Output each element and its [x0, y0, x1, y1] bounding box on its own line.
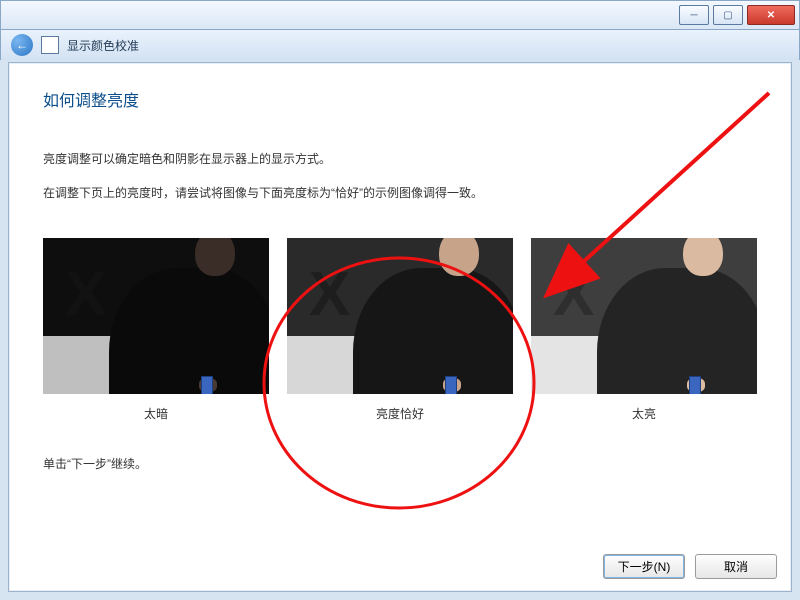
- cancel-button[interactable]: 取消: [695, 554, 777, 579]
- close-icon: ✕: [767, 10, 775, 21]
- example-too-dark-image: X: [43, 238, 269, 394]
- example-too-bright-image: X: [531, 238, 757, 394]
- back-button[interactable]: ←: [11, 34, 33, 56]
- next-button[interactable]: 下一步(N): [603, 554, 685, 579]
- continue-hint: 单击“下一步”继续。: [43, 454, 757, 474]
- example-too-bright-label: 太亮: [632, 404, 656, 424]
- page-heading: 如何调整亮度: [43, 87, 791, 111]
- window-titlebar: ─ ▢ ✕: [0, 0, 800, 29]
- window-navbar: ← 显示颜色校准: [0, 29, 800, 60]
- example-good: X 亮度恰好: [287, 238, 513, 424]
- app-icon: [41, 36, 59, 54]
- back-arrow-icon: ←: [16, 38, 28, 52]
- example-too-dark-label: 太暗: [144, 404, 168, 424]
- instruction-line-2: 在调整下页上的亮度时，请尝试将图像与下面亮度标为“恰好”的示例图像调得一致。: [43, 183, 757, 203]
- example-too-dark: X 太暗: [43, 238, 269, 424]
- nav-title: 显示颜色校准: [67, 37, 139, 54]
- cancel-button-label: 取消: [724, 558, 748, 575]
- example-good-label: 亮度恰好: [376, 404, 424, 424]
- minimize-icon: ─: [690, 10, 697, 21]
- instruction-line-1: 亮度调整可以确定暗色和阴影在显示器上的显示方式。: [43, 149, 757, 169]
- maximize-icon: ▢: [723, 10, 732, 21]
- maximize-button[interactable]: ▢: [713, 5, 743, 25]
- minimize-button[interactable]: ─: [679, 5, 709, 25]
- brightness-examples: X 太暗 X 亮度恰好 X 太亮: [43, 238, 757, 424]
- close-button[interactable]: ✕: [747, 5, 795, 25]
- next-button-label: 下一步(N): [618, 558, 671, 575]
- wizard-footer: 下一步(N) 取消: [603, 554, 777, 579]
- wizard-panel: 如何调整亮度 亮度调整可以确定暗色和阴影在显示器上的显示方式。 在调整下页上的亮…: [8, 62, 792, 592]
- example-good-image: X: [287, 238, 513, 394]
- example-too-bright: X 太亮: [531, 238, 757, 424]
